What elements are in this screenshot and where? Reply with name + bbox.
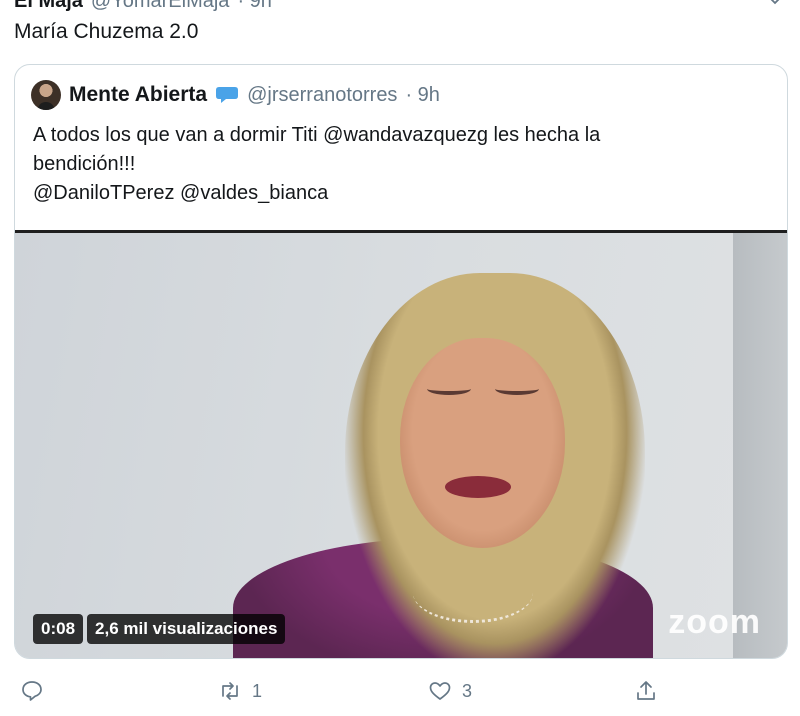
retweet-icon [222,682,238,700]
zoom-watermark: zoom [668,603,761,641]
video-player[interactable]: zoom 0:08 2,6 mil visualizaciones [15,230,787,658]
tweet-time[interactable]: · 9h [237,0,271,13]
speech-bubble-icon [216,87,239,103]
retweet-button[interactable]: 1 [218,674,262,708]
heart-icon [429,682,451,700]
quoted-tweet[interactable]: Mente Abierta @jrserranotorres · 9h A to… [14,64,788,659]
quoted-text-line: bendición!!! [33,153,136,175]
tweet-author[interactable]: El Maja @YomarElMaja · 9h [14,0,272,12]
video-views: 2,6 mil visualizaciones [87,614,286,644]
author-name[interactable]: El Maja [14,0,83,13]
video-duration: 0:08 [33,614,84,644]
tweet-actions: 1 3 [0,674,800,708]
avatar[interactable] [31,80,61,110]
tweet-text: María Chuzema 2.0 [14,20,199,43]
like-count: 3 [462,680,473,701]
reply-icon [22,681,42,701]
video-person-eye [495,383,539,395]
video-person-face [400,338,565,548]
quoted-tweet-time[interactable]: · 9h [405,84,439,107]
author-handle[interactable]: @YomarElMaja [91,0,230,13]
quoted-text-line: A todos los que van a dormir Titi @wanda… [33,124,601,146]
video-overlay: 0:08 2,6 mil visualizaciones [33,614,286,644]
quoted-tweet-header[interactable]: Mente Abierta @jrserranotorres · 9h [31,79,440,111]
share-button[interactable] [634,674,658,708]
chevron-down-icon[interactable] [768,0,782,8]
like-button[interactable]: 3 [428,674,472,708]
video-person-mouth [445,476,511,498]
share-icon [637,681,655,700]
quoted-tweet-text: A todos los que van a dormir Titi @wanda… [33,121,773,208]
quoted-text-line: @DaniloTPerez @valdes_bianca [33,182,329,204]
quoted-author-handle[interactable]: @jrserranotorres [247,84,397,107]
retweet-count: 1 [252,680,263,701]
video-person-necklace [413,563,533,623]
reply-button[interactable] [20,674,44,708]
video-person-eye [427,383,471,395]
video-background-right [733,233,787,658]
quoted-author-name[interactable]: Mente Abierta [69,83,207,107]
